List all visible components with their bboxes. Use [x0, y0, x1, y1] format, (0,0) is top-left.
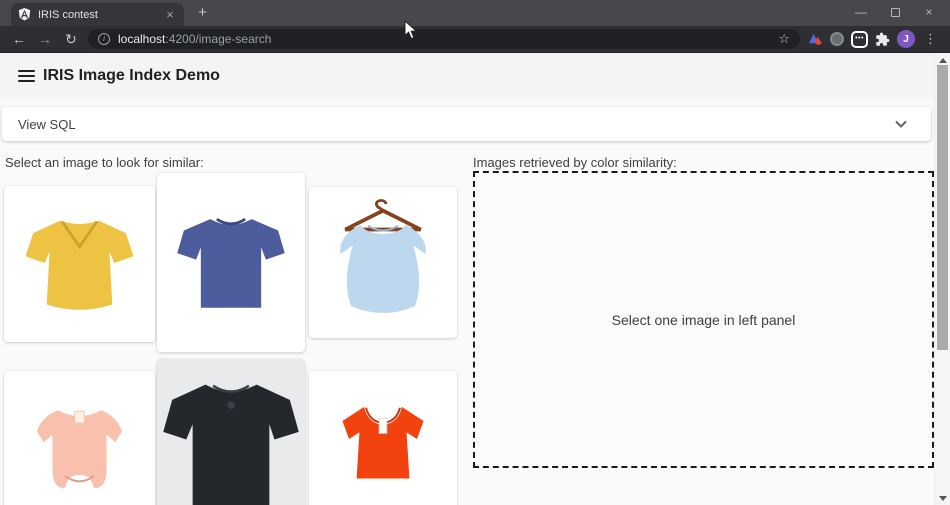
- image-card-pink-onesie[interactable]: [4, 371, 155, 505]
- angular-favicon-icon: [18, 8, 31, 21]
- page-scrollbar[interactable]: [934, 53, 950, 505]
- light-blue-blouse-image: [317, 195, 449, 330]
- pink-onesie-image: [12, 379, 147, 505]
- extension-dots-icon[interactable]: •••: [851, 31, 868, 48]
- blue-tshirt-image: [165, 181, 297, 344]
- left-panel-label: Select an image to look for similar:: [5, 155, 204, 170]
- page-title: IRIS Image Index Demo: [43, 67, 220, 85]
- scrollbar-up-icon[interactable]: [939, 58, 947, 63]
- image-card-black-tshirt[interactable]: [157, 359, 305, 505]
- browser-window: IRIS contest × + — × ← → ↻ i localhost:4…: [0, 0, 950, 505]
- browser-tab-strip: IRIS contest × + — ×: [0, 0, 950, 26]
- reload-icon[interactable]: ↻: [58, 31, 84, 48]
- orange-crop-top-image: [317, 379, 449, 505]
- extensions-cluster: ••• J ⋮: [808, 30, 937, 48]
- browser-menu-icon[interactable]: ⋮: [924, 31, 937, 47]
- image-card-orange-crop-top[interactable]: [309, 371, 457, 505]
- browser-toolbar: ← → ↻ i localhost:4200/image-search ☆ ••…: [0, 26, 950, 53]
- view-sql-expansion-panel[interactable]: View SQL: [2, 107, 931, 141]
- browser-tab[interactable]: IRIS contest ×: [11, 3, 184, 26]
- image-card-light-blue-blouse[interactable]: [309, 187, 457, 338]
- site-info-icon[interactable]: i: [98, 33, 110, 45]
- image-card-blue-tshirt[interactable]: [157, 173, 305, 352]
- results-dropzone: Select one image in left panel: [473, 171, 934, 468]
- tab-close-icon[interactable]: ×: [163, 8, 177, 21]
- extension-circle-icon[interactable]: [830, 32, 844, 46]
- forward-icon[interactable]: →: [32, 31, 58, 47]
- tab-title: IRIS contest: [38, 9, 163, 21]
- minimize-button[interactable]: —: [844, 0, 878, 24]
- yellow-vneck-top-image: [12, 194, 147, 334]
- view-sql-label: View SQL: [18, 117, 76, 132]
- scrollbar-thumb[interactable]: [937, 65, 948, 350]
- mouse-cursor: [404, 20, 418, 40]
- chevron-down-icon[interactable]: [895, 120, 907, 128]
- right-panel-label: Images retrieved by color similarity:: [473, 155, 677, 170]
- window-controls: — ×: [844, 0, 946, 24]
- profile-avatar[interactable]: J: [897, 30, 915, 48]
- bookmark-star-icon[interactable]: ☆: [778, 31, 790, 47]
- url-text: localhost:4200/image-search: [118, 32, 271, 46]
- extension-logo-icon[interactable]: [808, 32, 823, 46]
- image-card-yellow-vneck-top[interactable]: [4, 186, 155, 342]
- menu-hamburger-icon[interactable]: [18, 70, 35, 82]
- close-button[interactable]: ×: [912, 0, 946, 24]
- address-bar[interactable]: i localhost:4200/image-search ☆: [88, 29, 800, 49]
- restore-icon: [891, 8, 900, 17]
- back-icon[interactable]: ←: [6, 31, 32, 47]
- scrollbar-down-icon[interactable]: [939, 496, 947, 501]
- dropzone-placeholder: Select one image in left panel: [612, 312, 796, 328]
- new-tab-button[interactable]: +: [193, 4, 212, 23]
- app-page: IRIS Image Index Demo View SQL Select an…: [0, 53, 950, 505]
- app-header: IRIS Image Index Demo: [0, 53, 950, 99]
- black-tshirt-image: [157, 359, 305, 505]
- restore-button[interactable]: [878, 0, 912, 24]
- extensions-puzzle-icon[interactable]: [875, 32, 890, 47]
